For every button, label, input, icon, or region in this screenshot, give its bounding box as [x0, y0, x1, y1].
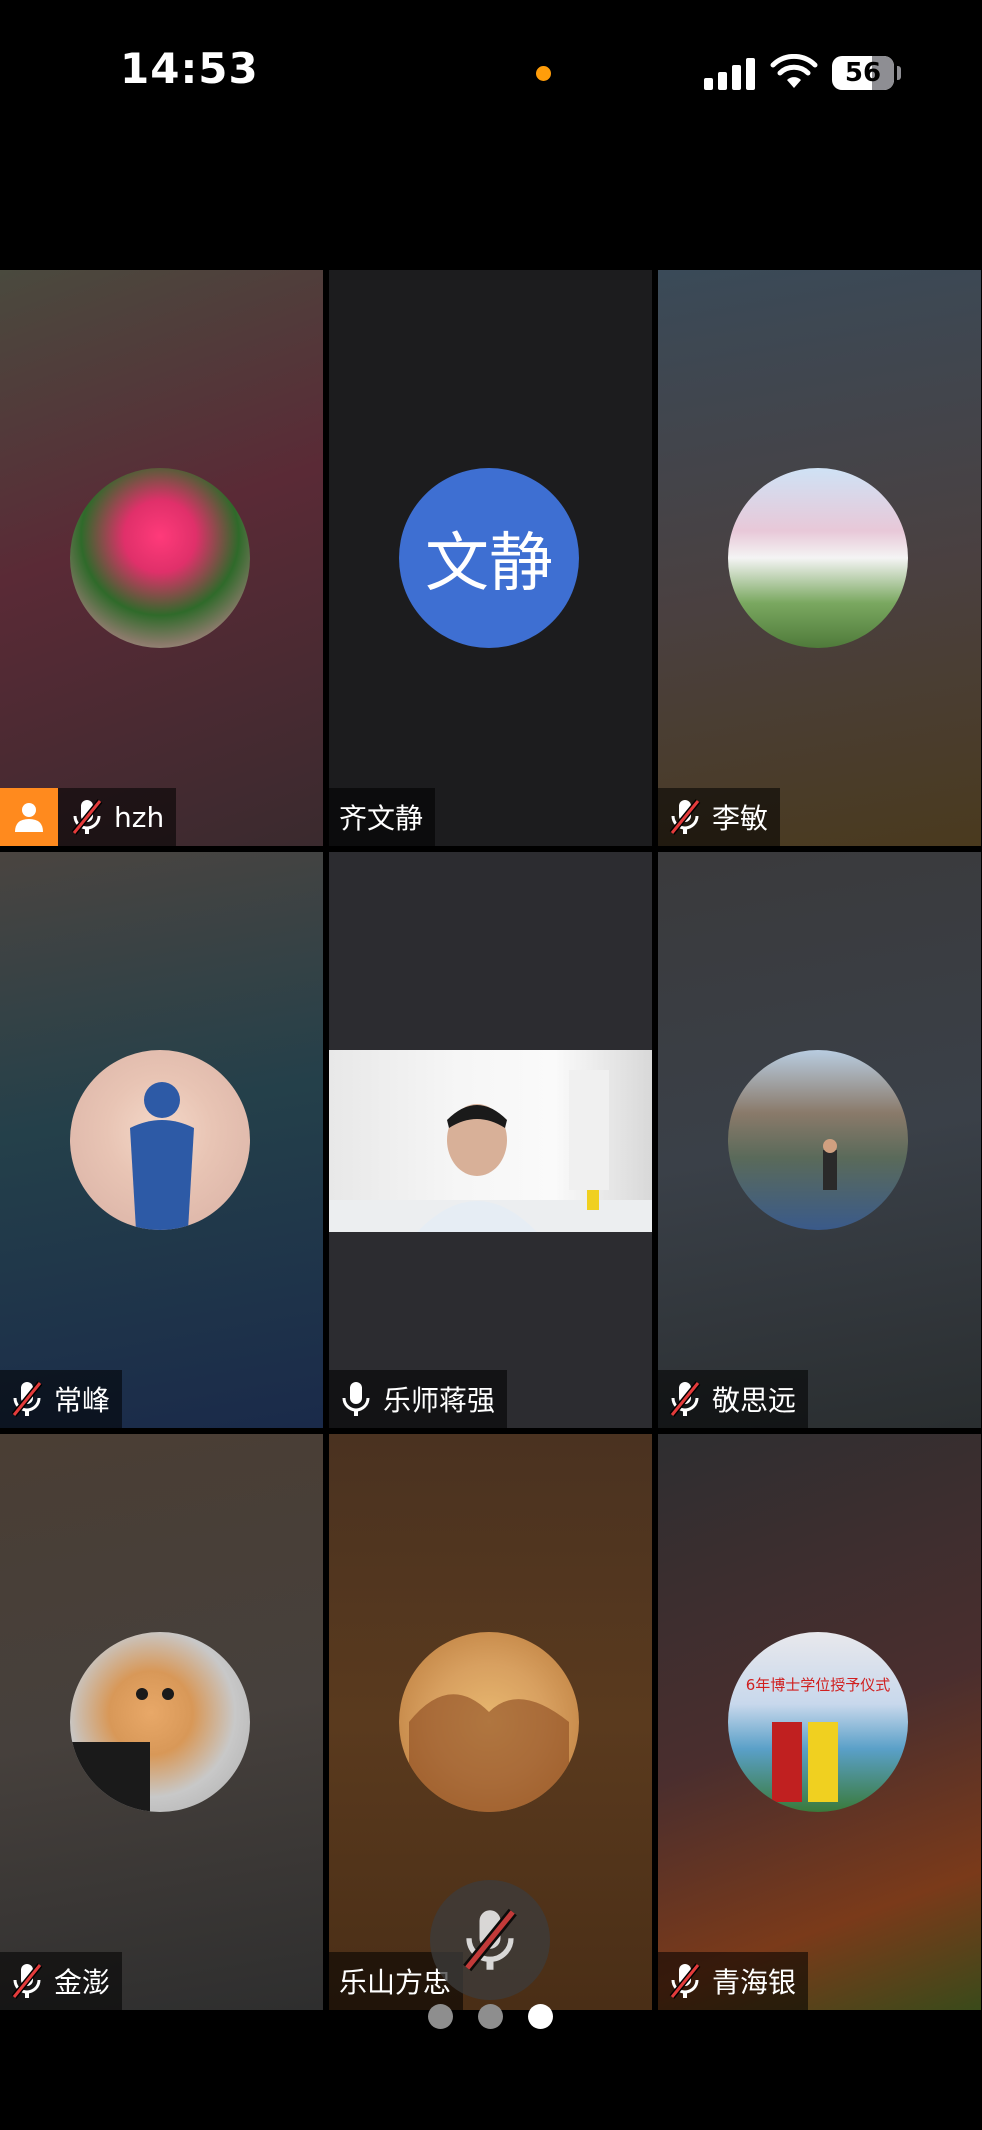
name-tag: 青海银 — [658, 1952, 809, 2010]
mic-on-icon — [342, 1380, 370, 1418]
battery-cap — [897, 66, 901, 80]
name-tag: 乐师蒋强 — [329, 1370, 508, 1428]
participant-tile-li-min[interactable]: 李敏 — [658, 270, 981, 846]
mic-muted-icon — [668, 1379, 702, 1419]
mic-muted-icon — [10, 1379, 44, 1419]
avatar — [70, 1632, 250, 1812]
avatar — [728, 1050, 908, 1230]
participant-name: 敬思远 — [712, 1384, 797, 1417]
status-bar: 14:53 56 — [0, 0, 982, 150]
battery-icon: 56 — [832, 56, 894, 90]
name-tag: 金澎 — [0, 1952, 123, 2010]
mic-muted-icon — [668, 1961, 702, 2001]
name-tag: 敬思远 — [658, 1370, 809, 1428]
name-tag: hzh — [0, 788, 177, 846]
battery-level: 56 — [844, 58, 882, 88]
toggle-mic-button[interactable] — [430, 1880, 550, 2000]
name-tag: 李敏 — [658, 788, 781, 846]
participant-tile-qinghai-yin[interactable]: 6年博士学位授予仪式 青海银 — [658, 1434, 981, 2010]
name-tag: 常峰 — [0, 1370, 123, 1428]
participant-tile-jin-peng[interactable]: 金澎 — [0, 1434, 323, 2010]
participant-name: 乐师蒋强 — [383, 1384, 496, 1417]
mic-muted-icon — [460, 1905, 520, 1975]
page-dot[interactable] — [478, 2004, 503, 2029]
participant-name: hzh — [114, 800, 165, 834]
avatar-initials: 文静 — [399, 468, 579, 648]
page-dot[interactable] — [428, 2004, 453, 2029]
participant-tile-qi-wenjing[interactable]: 文静 齐文静 — [329, 270, 652, 846]
avatar — [728, 468, 908, 648]
recording-indicator-dot — [536, 66, 551, 81]
mic-muted-icon — [10, 1961, 44, 2001]
cellular-signal-icon — [704, 58, 756, 90]
page-indicator[interactable] — [428, 2004, 553, 2029]
participant-tile-hzh[interactable]: hzh — [0, 270, 323, 846]
participant-name: 青海银 — [712, 1966, 797, 1999]
mic-muted-icon — [668, 797, 702, 837]
participant-tile-jing-siyuan[interactable]: 敬思远 — [658, 852, 981, 1428]
participant-name: 乐山方忠 — [339, 1966, 452, 1999]
participant-tile-jiang-qiang[interactable]: 乐师蒋强 — [329, 852, 652, 1428]
avatar: 6年博士学位授予仪式 — [728, 1632, 908, 1812]
participant-name: 常峰 — [54, 1384, 111, 1417]
video-feed — [329, 1050, 652, 1232]
avatar — [70, 1050, 250, 1230]
participant-name: 金澎 — [54, 1966, 111, 1999]
participant-name: 齐文静 — [339, 802, 424, 835]
avatar — [70, 468, 250, 648]
mic-muted-icon — [70, 797, 104, 837]
avatar — [399, 1632, 579, 1812]
participant-name: 李敏 — [712, 802, 769, 835]
name-tag: 齐文静 — [329, 788, 436, 846]
wifi-icon — [770, 54, 818, 88]
page-dot-active[interactable] — [528, 2004, 553, 2029]
status-time: 14:53 — [120, 44, 259, 93]
participant-tile-chang-feng[interactable]: 常峰 — [0, 852, 323, 1428]
host-person-icon — [0, 788, 58, 846]
